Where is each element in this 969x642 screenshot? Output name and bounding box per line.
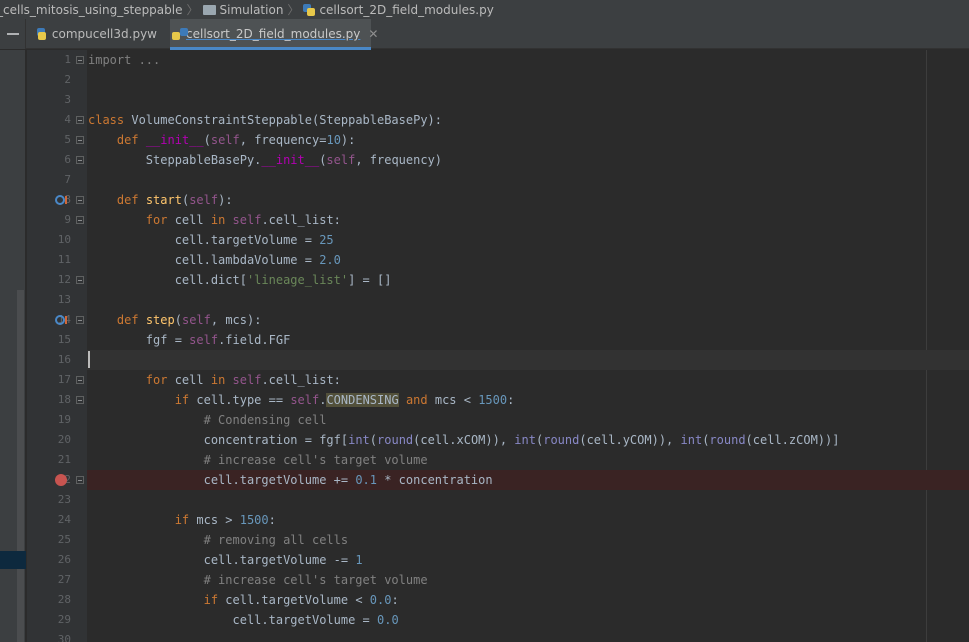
code-line: def __init__(self, frequency=10): (116, 133, 356, 147)
fold-icon[interactable] (76, 316, 84, 324)
folder-icon (202, 4, 216, 15)
close-icon[interactable]: ✕ (368, 27, 378, 41)
python-file-icon (37, 28, 46, 40)
line-number: 16 (57, 353, 71, 366)
breadcrumb: _cells_mitosis_using_steppable 〉 Simulat… (0, 0, 969, 19)
breadcrumb-item-folder[interactable]: Simulation (202, 2, 284, 17)
line-number: 5 (64, 133, 71, 146)
line-number: 29 (57, 613, 71, 626)
code-line: concentration = fgf[int(round(cell.xCOM)… (203, 433, 840, 447)
code-line: cell.targetVolume -= 1 (203, 553, 363, 567)
override-method-icon[interactable] (55, 195, 65, 205)
fold-icon[interactable] (76, 476, 84, 484)
tab-cellsort[interactable]: cellsort_2D_field_modules.py ✕ (170, 19, 378, 50)
code-line: def start(self): (116, 193, 233, 207)
line-number: 18 (57, 393, 71, 406)
code-line: if cell.type == self.CONDENSING and mcs … (174, 393, 515, 407)
code-line: for cell in self.cell_list: (145, 373, 341, 387)
code-line: cell.targetVolume = 25 (174, 233, 334, 247)
line-number: 23 (57, 493, 71, 506)
line-number: 30 (57, 633, 71, 642)
tool-window-strip (0, 50, 26, 642)
line-number: 9 (64, 213, 71, 226)
code-line: for cell in self.cell_list: (145, 213, 341, 227)
fold-icon[interactable] (76, 276, 84, 284)
code-line: # increase cell's target volume (203, 453, 428, 467)
code-line: cell.lambdaVolume = 2.0 (174, 253, 341, 267)
code-line: SteppableBasePy.__init__(self, frequency… (145, 153, 443, 167)
tab-label: compucell3d.pyw (51, 27, 157, 41)
code-line: def step(self, mcs): (116, 313, 262, 327)
line-number: 6 (64, 153, 71, 166)
line-number: 20 (57, 433, 71, 446)
breadcrumb-label: Simulation (219, 2, 284, 17)
code-line: # removing all cells (203, 533, 349, 547)
code-line: import ... (88, 53, 161, 67)
tab-compucell3d[interactable]: compucell3d.pyw (27, 19, 167, 49)
breadcrumb-separator-icon: 〉 (186, 3, 199, 17)
line-number: 7 (64, 173, 71, 186)
tool-strip-selection[interactable] (0, 551, 26, 569)
code-line: if mcs > 1500: (174, 513, 276, 527)
fold-icon[interactable] (76, 136, 84, 144)
line-number: 15 (57, 333, 71, 346)
override-arrow-icon (65, 316, 67, 324)
line-number: 4 (64, 113, 71, 126)
breakpoint-line: cell.targetVolume += 0.1 * concentration (87, 470, 969, 490)
breadcrumb-item-project[interactable]: _cells_mitosis_using_steppable (0, 3, 182, 17)
editor-gutter[interactable]: 1 2 3 4 5 6 7 8 9 10 11 12 13 14 15 16 1… (27, 50, 87, 642)
code-line: # Condensing cell (203, 413, 327, 427)
code-line: # increase cell's target volume (203, 573, 428, 587)
line-number: 19 (57, 413, 71, 426)
code-editor[interactable]: import ... class VolumeConstraintSteppab… (87, 50, 969, 642)
breadcrumb-label: _cells_mitosis_using_steppable (0, 2, 183, 17)
fold-icon[interactable] (76, 396, 84, 404)
override-arrow-icon (65, 196, 67, 204)
python-file-icon (303, 3, 316, 16)
minimize-icon[interactable] (0, 19, 26, 49)
line-number: 17 (57, 373, 71, 386)
fold-icon[interactable] (76, 196, 84, 204)
code-line: if cell.targetVolume < 0.0: (203, 593, 399, 607)
code-line: cell.dict['lineage_list'] = [] (174, 273, 392, 287)
code-line: cell.targetVolume = 0.0 (232, 613, 399, 627)
tab-label: cellsort_2D_field_modules.py (186, 27, 361, 41)
override-method-icon[interactable] (55, 315, 65, 325)
code-line: fgf = self.field.FGF (145, 333, 291, 347)
breadcrumb-label: cellsort_2D_field_modules.py (319, 2, 494, 17)
line-number: 1 (64, 53, 71, 66)
editor-tab-bar: compucell3d.pyw cellsort_2D_field_module… (0, 19, 969, 50)
line-number: 3 (64, 93, 71, 106)
line-number: 12 (57, 273, 71, 286)
line-number: 25 (57, 533, 71, 546)
fold-icon[interactable] (76, 116, 84, 124)
line-number: 10 (57, 233, 71, 246)
fold-icon[interactable] (76, 56, 84, 64)
line-number: 27 (57, 573, 71, 586)
current-line (87, 350, 969, 370)
breakpoint-icon[interactable] (55, 474, 67, 486)
line-number: 21 (57, 453, 71, 466)
fold-icon[interactable] (76, 156, 84, 164)
line-number: 13 (57, 293, 71, 306)
line-number: 2 (64, 73, 71, 86)
fold-icon[interactable] (76, 376, 84, 384)
line-number: 11 (57, 253, 71, 266)
line-number: 28 (57, 593, 71, 606)
line-number: 24 (57, 513, 71, 526)
line-number: 26 (57, 553, 71, 566)
tool-strip-bar (17, 290, 24, 642)
text-caret (88, 351, 90, 368)
fold-icon[interactable] (76, 216, 84, 224)
breadcrumb-item-file[interactable]: cellsort_2D_field_modules.py (303, 2, 494, 17)
breadcrumb-separator-icon: 〉 (287, 3, 300, 17)
code-line: class VolumeConstraintSteppable(Steppabl… (88, 113, 443, 127)
